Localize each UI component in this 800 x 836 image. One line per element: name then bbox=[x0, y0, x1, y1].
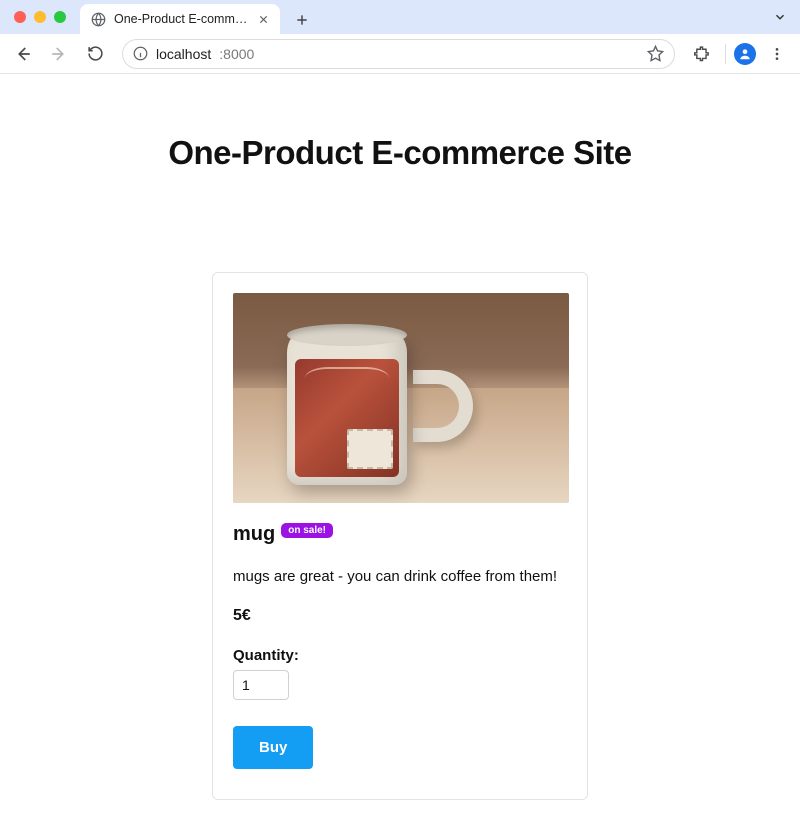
window-minimize-button[interactable] bbox=[34, 11, 46, 23]
globe-icon bbox=[90, 11, 106, 27]
tab-close-button[interactable] bbox=[256, 12, 270, 26]
url-host: localhost bbox=[156, 46, 211, 62]
window-close-button[interactable] bbox=[14, 11, 26, 23]
browser-tab[interactable]: One-Product E-commerce Sit bbox=[80, 4, 280, 34]
quantity-label: Quantity: bbox=[233, 647, 567, 664]
bookmark-icon[interactable] bbox=[647, 45, 664, 62]
address-bar[interactable]: localhost :8000 bbox=[122, 39, 675, 69]
window-maximize-button[interactable] bbox=[54, 11, 66, 23]
url-port: :8000 bbox=[219, 46, 254, 62]
menu-button[interactable] bbox=[762, 39, 792, 69]
sale-badge: on sale! bbox=[281, 523, 333, 538]
page-title: One-Product E-commerce Site bbox=[20, 134, 780, 172]
page-content: One-Product E-commerce Site mug on sale!… bbox=[0, 134, 800, 800]
extensions-button[interactable] bbox=[687, 39, 717, 69]
tab-title: One-Product E-commerce Sit bbox=[114, 12, 248, 26]
new-tab-button[interactable] bbox=[288, 6, 316, 34]
reload-button[interactable] bbox=[80, 39, 110, 69]
buy-button[interactable]: Buy bbox=[233, 726, 313, 769]
product-card: mug on sale! mugs are great - you can dr… bbox=[212, 272, 588, 800]
profile-button[interactable] bbox=[734, 43, 756, 65]
site-info-icon[interactable] bbox=[133, 46, 148, 61]
tab-strip: One-Product E-commerce Sit bbox=[0, 0, 800, 34]
product-image bbox=[233, 293, 569, 503]
browser-chrome: One-Product E-commerce Sit lo bbox=[0, 0, 800, 74]
forward-button[interactable] bbox=[44, 39, 74, 69]
toolbar-separator bbox=[725, 44, 726, 64]
product-description: mugs are great - you can drink coffee fr… bbox=[233, 568, 567, 585]
toolbar-right bbox=[687, 39, 792, 69]
product-price: 5€ bbox=[233, 607, 567, 625]
back-button[interactable] bbox=[8, 39, 38, 69]
tab-list-button[interactable] bbox=[768, 5, 792, 29]
product-name: mug bbox=[233, 523, 275, 546]
product-name-row: mug on sale! bbox=[233, 523, 567, 546]
toolbar: localhost :8000 bbox=[0, 34, 800, 74]
window-controls bbox=[8, 0, 74, 34]
quantity-input[interactable] bbox=[233, 670, 289, 700]
